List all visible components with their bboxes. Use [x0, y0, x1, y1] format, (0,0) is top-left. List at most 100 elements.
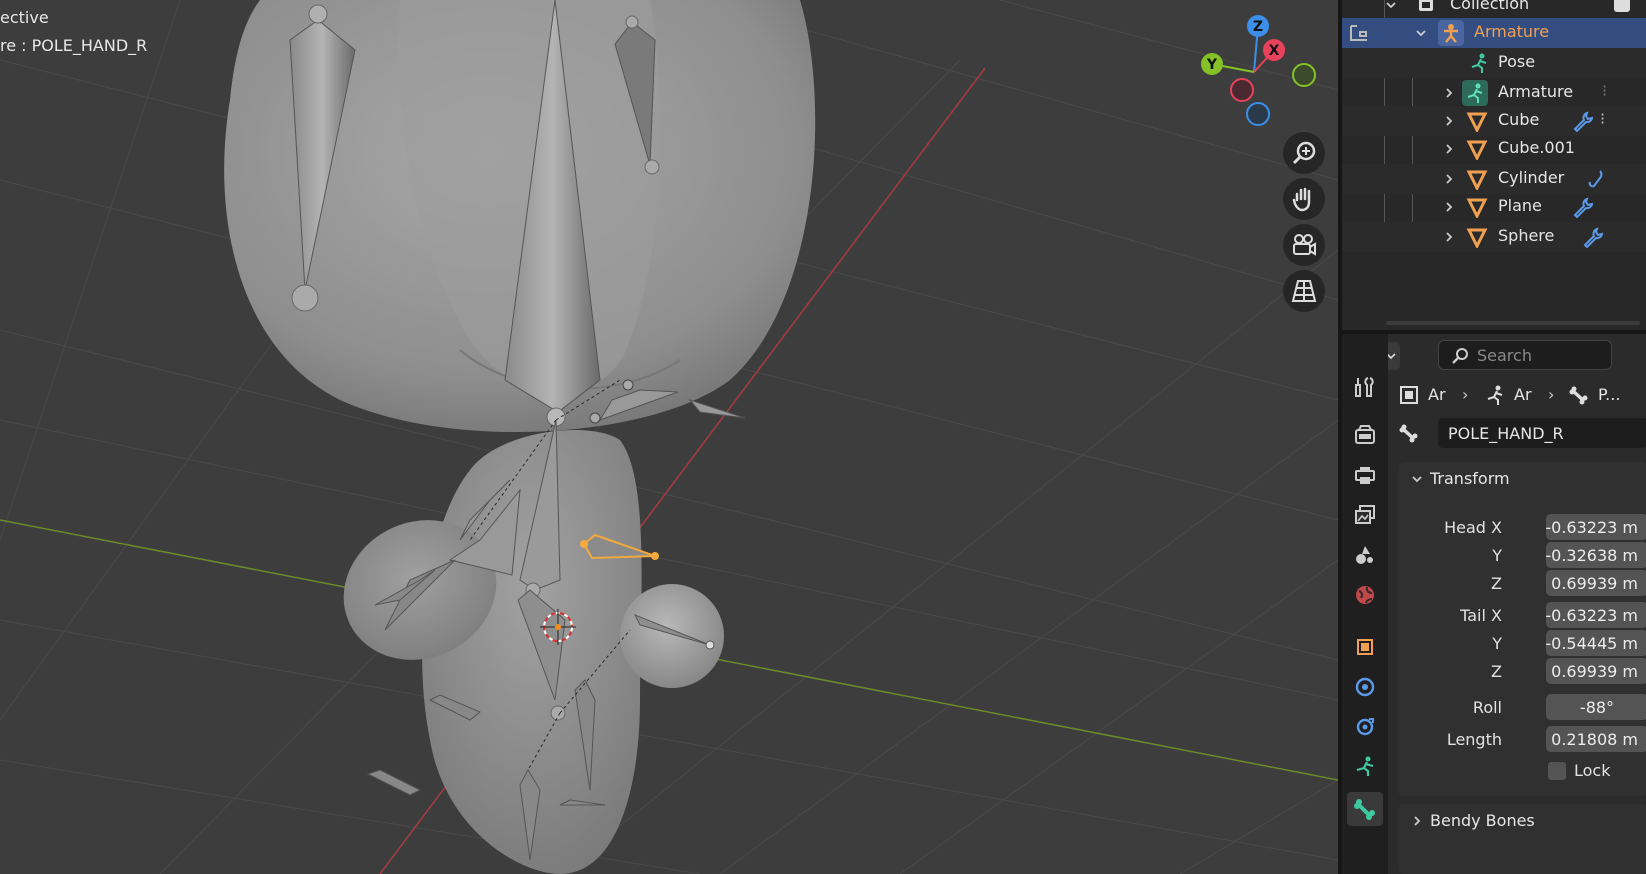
properties-editor[interactable]: Search Ar › Ar › P... POLE_HAND_R Transf…	[1342, 334, 1646, 874]
blender-window: ective re : POLE_HAND_R Z X Y Collection…	[0, 0, 1646, 874]
sphere-mesh[interactable]	[620, 584, 724, 688]
collection-icon	[1419, 0, 1433, 11]
outliner-item-label: Armature	[1474, 22, 1550, 41]
head-y-label: Y	[1492, 546, 1502, 565]
head-x-label: Head X	[1444, 518, 1502, 537]
chevron-right-icon[interactable]	[1442, 230, 1456, 244]
tab-output[interactable]	[1347, 458, 1383, 492]
wrench-icon[interactable]	[1582, 226, 1604, 248]
tab-constraints[interactable]	[1347, 710, 1383, 744]
outliner-item-pose[interactable]: Pose	[1342, 48, 1646, 78]
bone-icon	[1354, 799, 1375, 820]
tab-physics[interactable]	[1347, 670, 1383, 704]
tab-scene[interactable]	[1347, 538, 1383, 572]
chevron-right-icon[interactable]	[1442, 114, 1456, 128]
tab-tool[interactable]	[1347, 370, 1383, 404]
3d-viewport[interactable]: ective re : POLE_HAND_R Z X Y	[0, 0, 1338, 874]
armature-data-icon[interactable]	[1348, 22, 1370, 44]
navigation-gizmo[interactable]: Z X Y	[1196, 12, 1316, 132]
mesh-object-icon	[1466, 198, 1488, 218]
gizmo-neg-x-handle[interactable]	[1230, 78, 1254, 102]
lock-checkbox[interactable]	[1548, 762, 1566, 780]
pose-icon	[1471, 53, 1487, 73]
tab-object[interactable]	[1347, 630, 1383, 664]
bone-icon	[1399, 424, 1418, 443]
chevron-right-icon[interactable]	[1442, 142, 1456, 156]
mesh-object-icon	[1466, 228, 1488, 248]
output-icon	[1355, 467, 1375, 484]
outliner-scrollbar[interactable]	[1386, 321, 1640, 325]
mesh-object-icon	[1466, 112, 1488, 132]
tail-z-label: Z	[1491, 662, 1502, 681]
bendy-bones-panel-header[interactable]: Bendy Bones	[1398, 804, 1646, 836]
camera-icon	[1293, 234, 1316, 256]
outliner-panel[interactable]: Collection Armature Pose Armature ⁝ Cube	[1342, 0, 1646, 330]
outliner-item-sphere[interactable]: Sphere	[1342, 222, 1646, 252]
viewport-scene[interactable]	[0, 0, 1338, 874]
outliner-item-cylinder[interactable]: Cylinder	[1342, 164, 1646, 194]
tail-z-field[interactable]: 0.69939 m	[1546, 658, 1646, 684]
gizmo-neg-y-handle[interactable]	[1292, 63, 1316, 87]
chevron-right-icon[interactable]	[1442, 86, 1456, 100]
chevron-down-icon[interactable]	[1384, 0, 1398, 12]
armature-icon	[1487, 385, 1503, 405]
tail-x-field[interactable]: -0.63223 m	[1545, 602, 1646, 628]
scene-icon	[1356, 546, 1373, 564]
outliner-item-label: Collection	[1450, 0, 1530, 13]
breadcrumb-item[interactable]: Ar	[1428, 385, 1446, 404]
tab-bone[interactable]	[1347, 792, 1383, 826]
properties-search-input[interactable]: Search	[1438, 340, 1612, 370]
outliner-item-armature-data[interactable]: Armature ⁝	[1342, 78, 1646, 108]
tab-object-data[interactable]	[1347, 750, 1383, 784]
wrench-icon[interactable]	[1572, 110, 1594, 132]
head-z-label: Z	[1491, 574, 1502, 593]
outliner-item-label: Cube.001	[1498, 138, 1575, 157]
gizmo-z-label: Z	[1253, 19, 1263, 35]
chevron-right-icon[interactable]	[1442, 172, 1456, 186]
bone-name-field[interactable]: POLE_HAND_R	[1438, 418, 1646, 448]
bone-icon	[1569, 386, 1588, 405]
constraints-icon	[1356, 718, 1374, 736]
outliner-item-plane[interactable]: Plane	[1342, 192, 1646, 222]
wrench-icon[interactable]	[1572, 196, 1594, 218]
grid-icon	[1291, 280, 1317, 302]
zoom-button[interactable]	[1283, 132, 1325, 174]
transform-panel-header[interactable]: Transform	[1398, 462, 1646, 494]
render-icon	[1355, 425, 1375, 444]
collection-checkbox[interactable]	[1614, 0, 1630, 12]
outliner-item-collection[interactable]: Collection	[1342, 0, 1646, 20]
outliner-item-cube[interactable]: Cube ⁝	[1342, 106, 1646, 136]
constraint-icon[interactable]	[1586, 168, 1608, 190]
head-y-field[interactable]: -0.32638 m	[1545, 542, 1646, 568]
outliner-item-armature[interactable]: Armature	[1342, 18, 1646, 48]
head-x-field[interactable]: -0.63223 m	[1545, 514, 1646, 540]
gizmo-y-label: Y	[1206, 57, 1218, 73]
hand-icon	[1292, 187, 1311, 212]
breadcrumb-item[interactable]: P...	[1598, 385, 1620, 404]
tool-icon	[1355, 377, 1374, 397]
gizmo-neg-z-handle[interactable]	[1246, 102, 1270, 126]
head-z-field[interactable]: 0.69939 m	[1546, 570, 1646, 596]
tab-render[interactable]	[1347, 418, 1383, 452]
viewport-mode-text: ective	[0, 8, 49, 27]
pan-button[interactable]	[1283, 178, 1325, 220]
length-field[interactable]: 0.21808 m	[1546, 726, 1646, 752]
tab-world[interactable]	[1347, 578, 1383, 612]
breadcrumb: Ar › Ar › P...	[1398, 380, 1646, 410]
perspective-toggle-button[interactable]	[1283, 270, 1325, 312]
outliner-item-cube-001[interactable]: Cube.001	[1342, 134, 1646, 164]
tail-x-label: Tail X	[1460, 606, 1502, 625]
transform-title: Transform	[1430, 468, 1510, 488]
outliner-item-label: Sphere	[1498, 226, 1555, 245]
camera-view-button[interactable]	[1283, 224, 1325, 266]
tab-view-layer[interactable]	[1347, 498, 1383, 532]
chevron-right-icon[interactable]	[1442, 200, 1456, 214]
roll-field[interactable]: -88°	[1546, 694, 1646, 720]
chevron-down-icon[interactable]	[1414, 26, 1428, 40]
armature-data-icon	[1467, 83, 1483, 103]
mesh-object-icon	[1466, 170, 1488, 190]
chevron-right-icon	[1414, 816, 1421, 826]
breadcrumb-item[interactable]: Ar	[1514, 385, 1532, 404]
roll-label: Roll	[1472, 698, 1502, 717]
tail-y-field[interactable]: -0.54445 m	[1545, 630, 1646, 656]
